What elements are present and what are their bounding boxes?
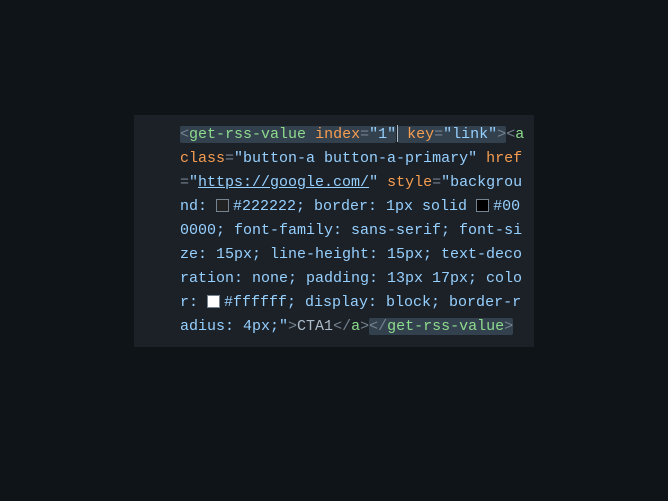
attr-style-name: style [387,174,432,191]
color-swatch-3[interactable] [207,295,220,308]
attr-class-name: class [180,150,225,167]
attr-key-value: "link" [443,126,497,143]
attr-key-name: key [407,126,434,143]
tag-open-bracket: < [180,126,189,143]
editor-gutter [134,123,178,339]
code-content[interactable]: <get-rss-value index="1" key="link"><a c… [178,123,534,339]
href-url[interactable]: https://google.com/ [198,174,369,191]
attr-href-name: href [486,150,522,167]
color-3: #ffffff [224,294,287,311]
color-swatch-1[interactable] [216,199,229,212]
attr-class-value: "button-a button-a-primary" [234,150,477,167]
code-editor[interactable]: <get-rss-value index="1" key="link"><a c… [134,115,534,347]
inner-tag-open: a [515,126,524,143]
text-cursor [397,125,398,142]
outer-tag-close: get-rss-value [387,318,504,335]
color-1: #222222 [233,198,296,215]
attr-index-value: "1" [369,126,396,143]
anchor-text: CTA1 [297,318,333,335]
color-swatch-2[interactable] [476,199,489,212]
inner-tag-close: a [351,318,360,335]
outer-tag-open: get-rss-value [189,126,306,143]
attr-index-name: index [315,126,360,143]
